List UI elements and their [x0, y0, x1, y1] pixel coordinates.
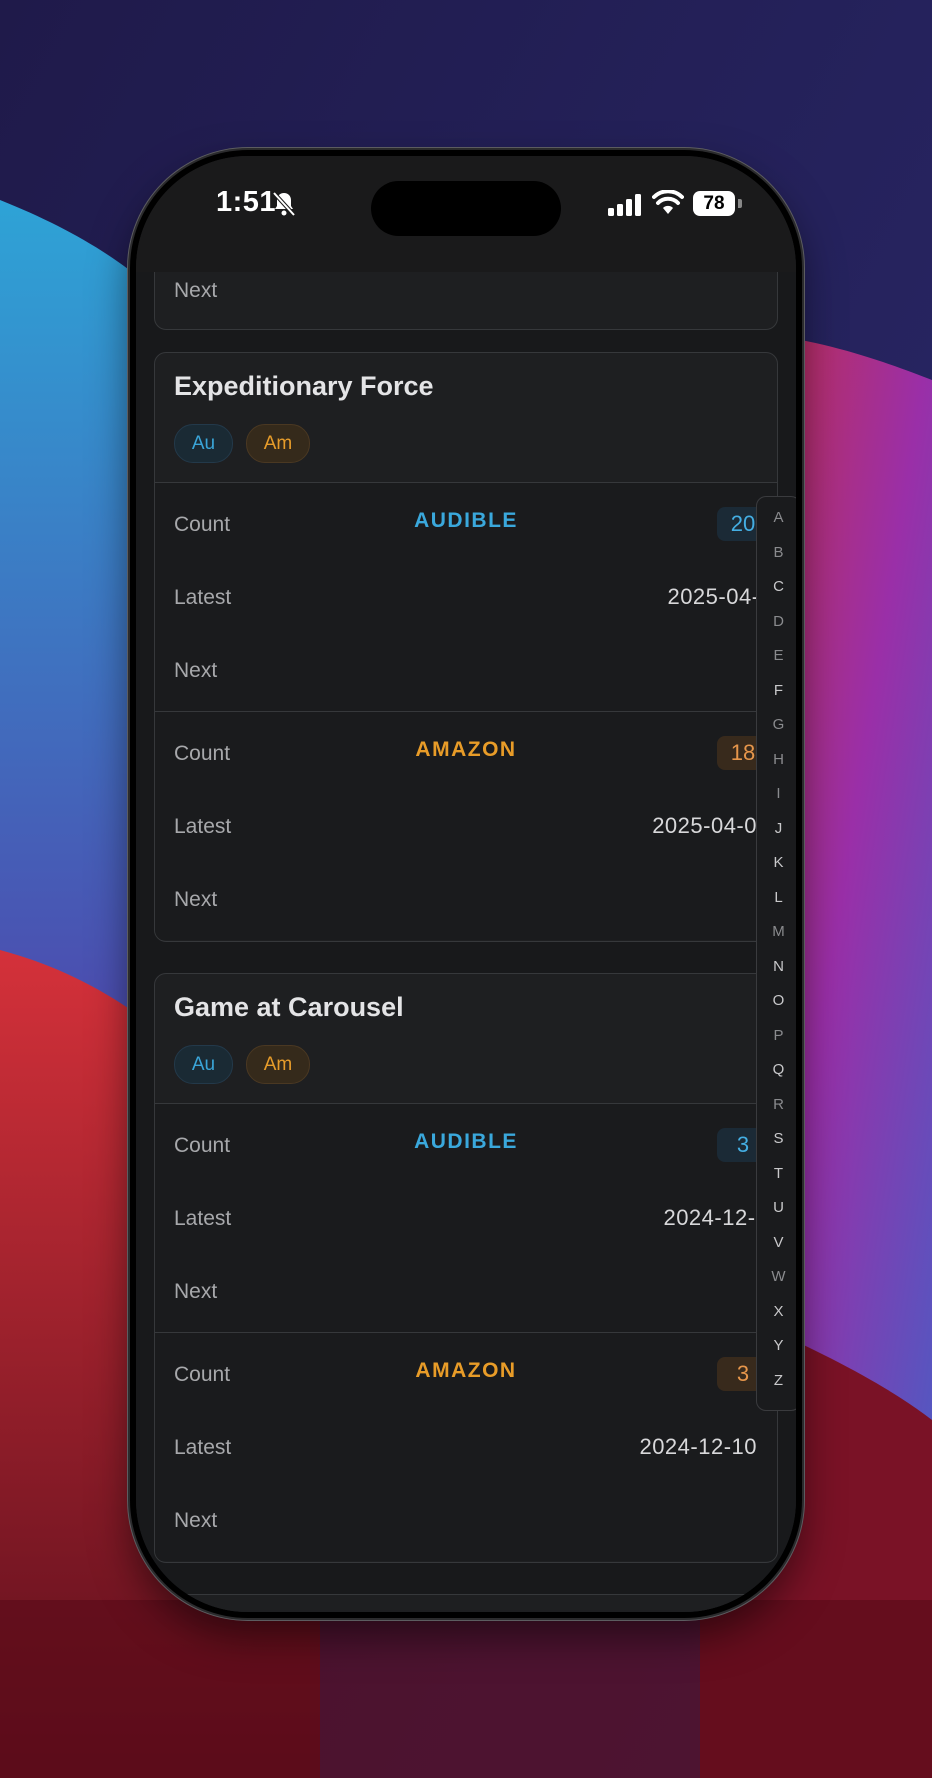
audible-chip[interactable]: Au [174, 424, 233, 463]
index-letter-q[interactable]: Q [757, 1053, 796, 1088]
next-label: Next [174, 1280, 218, 1303]
index-letter-s[interactable]: S [757, 1122, 796, 1157]
cellular-signal-icon [608, 194, 642, 221]
index-letter-c[interactable]: C [757, 570, 796, 605]
audible-chip[interactable]: Au [174, 1045, 233, 1084]
audible-section: Count AUDIBLE 20 Latest 2025-04-29 Next [155, 483, 777, 712]
alphabet-index[interactable]: ABCDEFGHIJKLMNOPQRSTUVWXYZ [756, 496, 796, 1411]
index-letter-b[interactable]: B [757, 536, 796, 571]
index-letter-d[interactable]: D [757, 605, 796, 640]
battery-tip [738, 199, 742, 208]
amazon-section: Count AMAZON 18 Latest 2025-04-0 Next [155, 712, 777, 940]
amazon-section: Count AMAZON 3 Latest 2024-12-10 Next [155, 1333, 777, 1561]
next-label: Next [174, 279, 218, 302]
status-time: 1:51 [216, 186, 277, 218]
index-letter-a[interactable]: A [757, 501, 796, 536]
status-bar: 1:51 78 [136, 156, 796, 272]
index-letter-n[interactable]: N [757, 950, 796, 985]
index-letter-f[interactable]: F [757, 674, 796, 709]
provider-label: AMAZON [415, 738, 517, 761]
latest-label: Latest [174, 1436, 232, 1459]
amazon-chip[interactable]: Am [246, 1045, 310, 1084]
index-letter-u[interactable]: U [757, 1191, 796, 1226]
index-letter-h[interactable]: H [757, 743, 796, 778]
series-card-partial [154, 1594, 778, 1612]
index-letter-l[interactable]: L [757, 881, 796, 916]
series-card[interactable]: Game at Carousel Au Am Count AUDIBLE 3 L… [154, 973, 778, 1563]
index-letter-x[interactable]: X [757, 1295, 796, 1330]
next-label: Next [174, 659, 218, 682]
index-letter-g[interactable]: G [757, 708, 796, 743]
amazon-chip[interactable]: Am [246, 424, 310, 463]
latest-label: Latest [174, 586, 232, 609]
index-letter-y[interactable]: Y [757, 1329, 796, 1364]
index-letter-v[interactable]: V [757, 1226, 796, 1261]
index-letter-j[interactable]: J [757, 812, 796, 847]
latest-label: Latest [174, 1207, 232, 1230]
audible-section: Count AUDIBLE 3 Latest 2024-12-10 Next [155, 1104, 777, 1333]
dynamic-island [371, 181, 561, 236]
index-letter-e[interactable]: E [757, 639, 796, 674]
index-letter-o[interactable]: O [757, 984, 796, 1019]
card-header: Expeditionary Force Au Am [155, 353, 777, 483]
index-letter-i[interactable]: I [757, 777, 796, 812]
provider-label: AUDIBLE [414, 1130, 518, 1153]
index-letter-t[interactable]: T [757, 1157, 796, 1192]
series-card[interactable]: Expeditionary Force Au Am Count AUDIBLE … [154, 352, 778, 942]
series-list[interactable]: Next Expeditionary Force Au Am Count AUD… [136, 252, 796, 1612]
index-letter-r[interactable]: R [757, 1088, 796, 1123]
provider-label: AMAZON [415, 1359, 517, 1382]
latest-label: Latest [174, 815, 232, 838]
series-title: Game at Carousel [174, 992, 404, 1022]
index-letter-k[interactable]: K [757, 846, 796, 881]
screen: 1:51 78 Next Expeditionary Force Au Am C… [136, 156, 796, 1612]
index-letter-w[interactable]: W [757, 1260, 796, 1295]
latest-date: 2024-12-10 [639, 1434, 757, 1459]
next-label: Next [174, 1509, 218, 1532]
next-label: Next [174, 888, 218, 911]
provider-label: AUDIBLE [414, 509, 518, 532]
index-letter-m[interactable]: M [757, 915, 796, 950]
latest-date: 2025-04-0 [652, 813, 757, 838]
card-header: Game at Carousel Au Am [155, 974, 777, 1104]
index-letter-p[interactable]: P [757, 1019, 796, 1054]
series-title: Expeditionary Force [174, 371, 434, 401]
index-letter-z[interactable]: Z [757, 1364, 796, 1399]
bell-slash-icon [272, 191, 296, 222]
phone-frame: 1:51 78 Next Expeditionary Force Au Am C… [130, 150, 802, 1618]
battery-indicator: 78 [693, 191, 735, 216]
wifi-icon [652, 189, 684, 221]
